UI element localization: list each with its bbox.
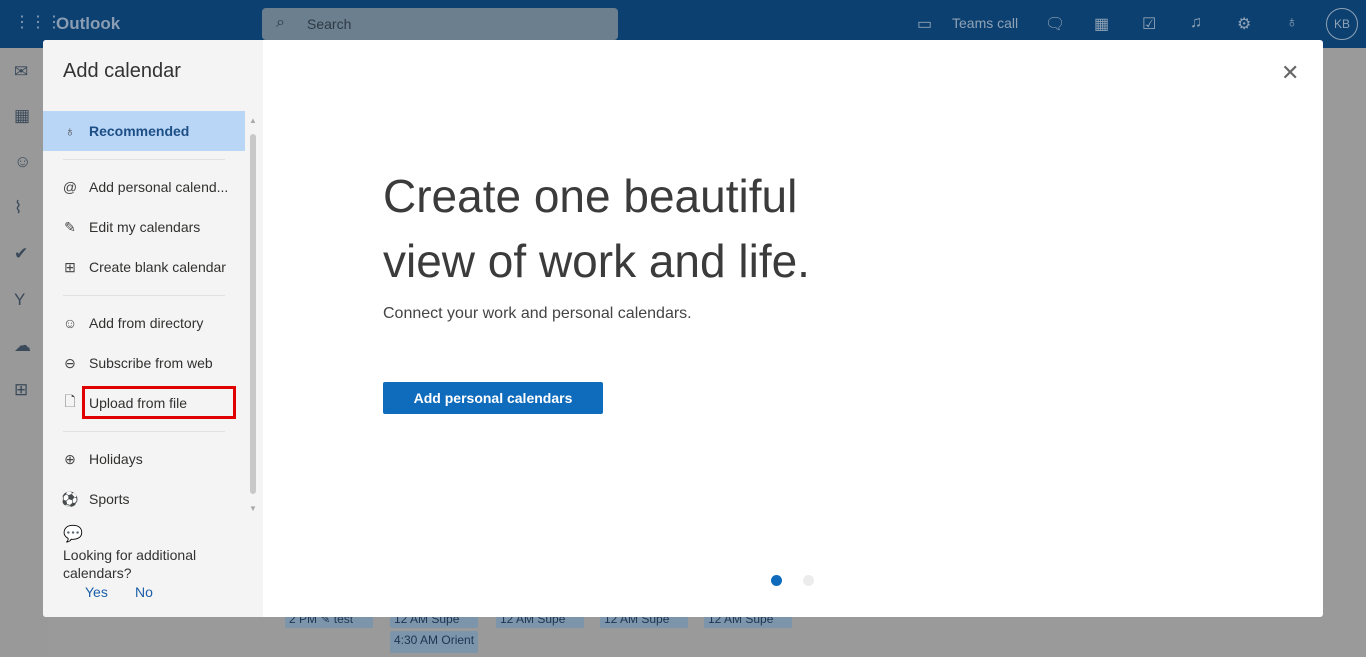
nav-label: Sports [89,491,130,507]
search-icon: ⌕ [276,14,285,31]
teams-call-button[interactable]: Teams call [952,15,1018,31]
add-calendar-dialog: Add calendar ♁ Recommended @ Add personal … [43,40,1323,617]
onedrive-icon[interactable]: ☁ [14,336,31,356]
edit-icon: ✎ [64,218,76,235]
nav-label: Add personal calend... [89,179,229,195]
scroll-up-arrow[interactable]: ▲ [249,116,257,125]
highlight-box [82,386,236,419]
feedback-icon: 💬 [63,526,83,543]
event-chip[interactable]: 4:30 AM Orient [390,631,478,653]
chat-icon[interactable]: 🗨 [1045,14,1065,34]
nav-create-blank-calendar[interactable]: ⊞ Create blank calendar [43,247,245,287]
dialog-sidebar: Add calendar ♁ Recommended @ Add personal … [43,40,263,617]
nav-subscribe-from-web[interactable]: ⊖ Subscribe from web [43,343,245,383]
scrollbar[interactable] [250,134,256,494]
nav-label: Add from directory [89,315,204,331]
nav-label: Holidays [89,451,143,467]
attachment-icon[interactable]: ⌇ [14,198,22,218]
gear-icon[interactable]: ⚙ [1237,14,1251,34]
nav-recommended[interactable]: ♁ Recommended [43,111,245,151]
nav-edit-my-calendars[interactable]: ✎ Edit my calendars [43,207,245,247]
onenote-icon[interactable]: ▦ [1094,14,1109,34]
search-placeholder: Search [307,16,352,32]
lightbulb-icon[interactable]: ♁ [1286,14,1298,32]
yammer-icon[interactable]: Y [14,290,25,310]
nav-add-from-directory[interactable]: ☺ Add from directory [43,303,245,343]
link-icon: ⊖ [64,354,76,371]
add-personal-calendars-button[interactable]: Add personal calendars [383,382,603,414]
people-icon: ☺ [62,315,78,331]
sports-icon: ⚽ [61,490,79,507]
close-icon[interactable]: ✕ [1281,60,1299,86]
nav-label: Create blank calendar [89,259,226,275]
lightbulb-icon: ♁ [64,123,76,139]
nav-add-personal-calendars[interactable]: @ Add personal calend... [43,167,245,207]
hero-line: Create one beautiful [383,170,798,222]
feedback-yes-link[interactable]: Yes [85,584,108,600]
left-rail: ✉ ▦ ☺ ⌇ ✔ Y ☁ ⊞ [0,48,48,657]
hero-line: view of work and life. [383,235,810,287]
divider [63,431,225,432]
divider [63,295,225,296]
apps-icon[interactable]: ⊞ [14,380,28,400]
feedback-question: Looking for additional calendars? [63,547,197,581]
avatar[interactable]: KB [1326,8,1358,40]
search-box[interactable]: ⌕ Search [262,8,618,40]
nav-label: Subscribe from web [89,355,213,371]
scroll-down-arrow[interactable]: ▼ [249,504,257,513]
nav-label: Edit my calendars [89,219,201,235]
dialog-title: Add calendar [63,60,181,82]
people-icon[interactable]: ☺ [14,152,31,172]
bell-icon[interactable]: ♫ [1190,14,1202,32]
globe-icon: ⊕ [64,450,76,467]
carousel-dot-active[interactable] [771,575,782,586]
calendar-icon[interactable]: ▦ [14,106,30,126]
divider [63,159,225,160]
hero-heading: Create one beautiful view of work and li… [383,164,883,294]
nav-label: Recommended [89,123,190,139]
video-icon[interactable]: ▭ [917,14,932,34]
nav-sports[interactable]: ⚽ Sports [43,479,245,519]
at-icon: @ [62,179,78,195]
todo-icon[interactable]: ✔ [14,244,28,264]
mail-icon[interactable]: ✉ [14,62,28,82]
calendar-add-icon: ⊞ [64,258,76,275]
carousel-dot[interactable] [803,575,814,586]
app-launcher-icon[interactable]: ⋮⋮⋮ [14,14,62,32]
app-name[interactable]: Outlook [56,14,120,34]
calendar-check-icon[interactable]: ☑ [1142,14,1156,34]
feedback-no-link[interactable]: No [135,584,153,600]
hero-subtitle: Connect your work and personal calendars… [383,305,692,322]
nav-holidays[interactable]: ⊕ Holidays [43,439,245,479]
